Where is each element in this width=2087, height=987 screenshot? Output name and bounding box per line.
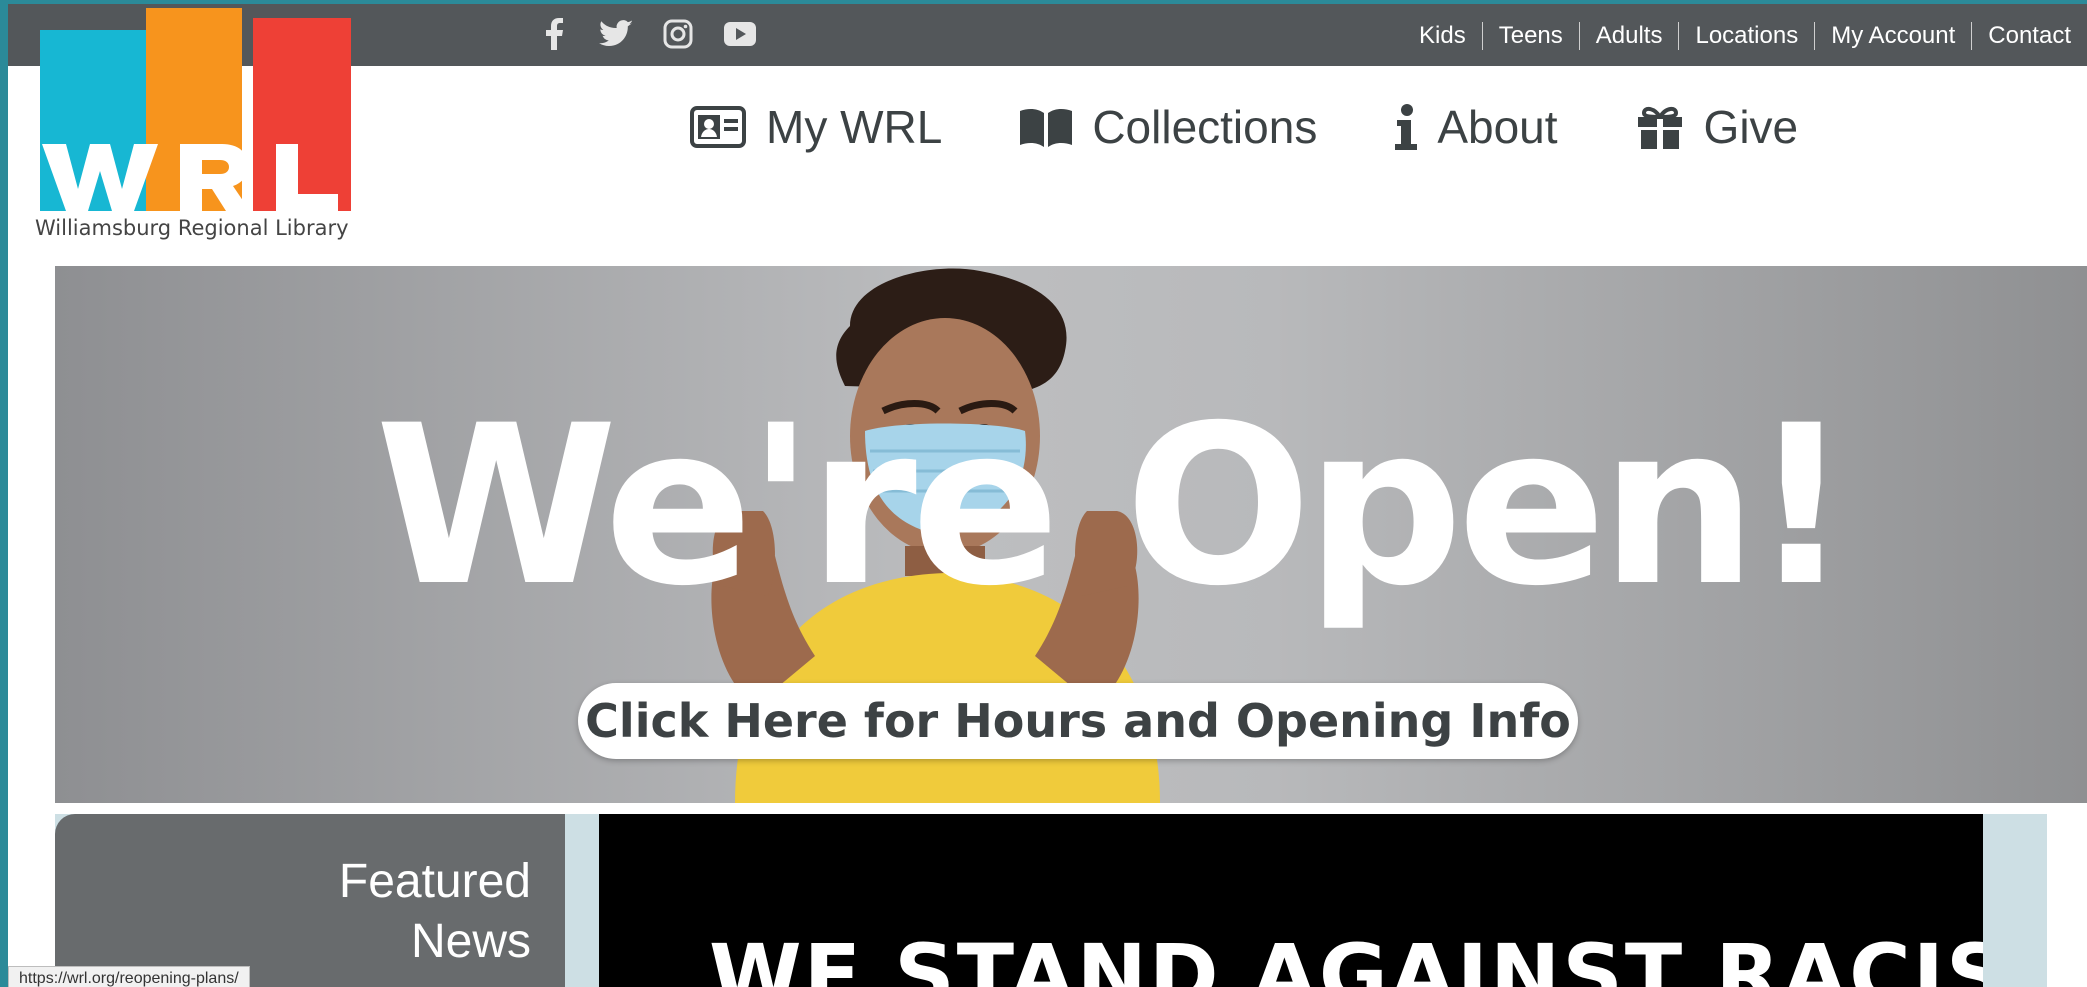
featured-news-label-panel: Featured News [55, 814, 565, 987]
nav-about[interactable]: About [1395, 100, 1558, 154]
gift-icon [1636, 105, 1684, 149]
utility-link-locations[interactable]: Locations [1678, 22, 1814, 50]
book-icon [1020, 107, 1073, 147]
logo-tagline: Williamsburg Regional Library [35, 216, 349, 240]
featured-label-line2: News [410, 915, 531, 968]
utility-link-kids[interactable]: Kids [1403, 22, 1482, 50]
utility-link-contact[interactable]: Contact [1971, 22, 2087, 50]
youtube-icon[interactable] [722, 16, 758, 52]
facebook-icon[interactable] [536, 16, 572, 52]
featured-headline: WE STAND AGAINST RACISM [709, 926, 1983, 987]
browser-status-url: https://wrl.org/reopening-plans/ [8, 966, 250, 987]
utility-link-my-account[interactable]: My Account [1814, 22, 1971, 50]
instagram-icon[interactable] [660, 16, 696, 52]
info-icon [1395, 104, 1418, 150]
nav-give[interactable]: Give [1636, 100, 1799, 154]
featured-news-label: Featured News [339, 852, 531, 972]
twitter-icon[interactable] [598, 16, 634, 52]
featured-label-line1: Featured [338, 855, 531, 908]
social-links [536, 16, 758, 52]
hero-banner[interactable]: We're Open! Click Here for Hours and Ope… [55, 266, 2087, 803]
logo-letters [42, 144, 338, 211]
utility-link-adults[interactable]: Adults [1578, 22, 1679, 50]
utility-link-teens[interactable]: Teens [1481, 22, 1579, 50]
utility-nav: Kids Teens Adults Locations My Account C… [1403, 22, 2087, 50]
site-logo[interactable]: Williamsburg Regional Library [30, 4, 370, 249]
hero-title: We're Open! [375, 378, 1851, 634]
id-card-icon [690, 105, 746, 149]
hours-info-button[interactable]: Click Here for Hours and Opening Info [578, 683, 1578, 759]
featured-news-banner[interactable]: WE STAND AGAINST RACISM [599, 814, 1983, 987]
featured-news-section: Featured News WE STAND AGAINST RACISM [55, 814, 2047, 987]
main-nav: My WRL Collections About Give [690, 100, 1798, 154]
nav-collections[interactable]: Collections [1020, 100, 1317, 154]
nav-about-label: About [1437, 101, 1558, 153]
nav-my-wrl-label: My WRL [766, 101, 943, 153]
nav-my-wrl[interactable]: My WRL [690, 100, 942, 154]
page: Kids Teens Adults Locations My Account C… [8, 4, 2087, 987]
nav-give-label: Give [1703, 101, 1799, 153]
nav-collections-label: Collections [1092, 101, 1318, 153]
